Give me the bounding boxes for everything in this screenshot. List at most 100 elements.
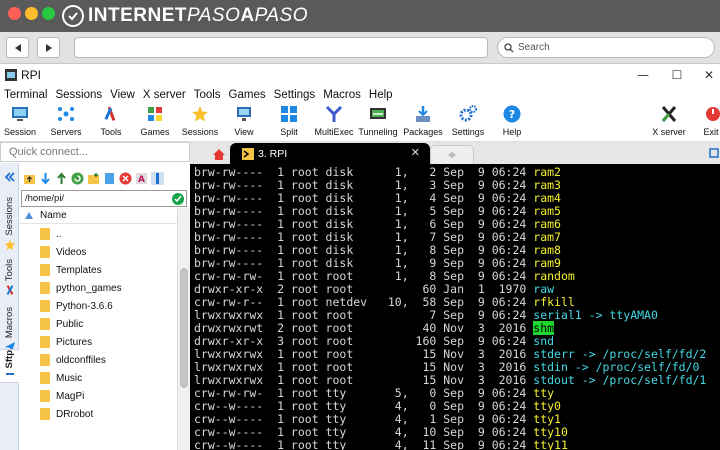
menu-tools[interactable]: Tools	[190, 89, 225, 101]
terminal-output[interactable]: brw-rw---- 1 root disk 1, 2 Sep 9 06:24 …	[190, 164, 720, 450]
folder-icon	[40, 282, 50, 294]
refresh-icon[interactable]	[71, 172, 84, 185]
terminal-line-info: drwxr-xr-x 3 root root 160 Sep 9 06:24	[194, 334, 534, 348]
terminal-line-info: brw-rw---- 1 root disk 1, 7 Sep 9 06:24	[194, 230, 534, 244]
tunneling-button[interactable]: Tunneling	[358, 105, 398, 141]
new-file-icon[interactable]	[103, 172, 116, 185]
file-row[interactable]: python_games	[19, 279, 177, 297]
home-tab[interactable]	[208, 145, 230, 164]
collapse-panel-button[interactable]	[0, 171, 19, 183]
close-tab-icon[interactable]: ✕	[411, 146, 420, 159]
sftp-toolbar: A	[19, 167, 190, 189]
file-row[interactable]: oldconffiles	[19, 351, 177, 369]
multiexec-button[interactable]: MultiExec	[314, 105, 354, 141]
terminal-entry-name: stdout -> /proc/self/fd/1	[533, 373, 707, 387]
search-input[interactable]: Search	[497, 37, 715, 58]
path-confirm-button[interactable]	[172, 193, 184, 205]
menu-macros[interactable]: Macros	[319, 89, 365, 101]
wrench-icon	[6, 285, 13, 296]
view-button[interactable]: View	[232, 105, 256, 141]
app-title: RPI	[21, 68, 42, 82]
file-list-header[interactable]: Name	[19, 208, 177, 224]
download-icon[interactable]	[39, 172, 52, 185]
file-row[interactable]: Music	[19, 369, 177, 387]
terminal-entry-name: rfkill	[533, 295, 575, 309]
tools-icon	[102, 105, 120, 123]
new-folder-icon[interactable]	[87, 172, 100, 185]
menu-help[interactable]: Help	[365, 89, 397, 101]
new-tab-button[interactable]	[430, 145, 474, 164]
sftp-path-input[interactable]: /home/pi/	[21, 190, 187, 207]
tab-sftp[interactable]: Sftp	[0, 349, 19, 383]
file-row[interactable]: Public	[19, 315, 177, 333]
sftp-panel: A /home/pi/ Name .. Videos Templates python…	[19, 163, 190, 450]
maximize-button[interactable]: ☐	[662, 64, 692, 86]
file-row[interactable]: Templates	[19, 261, 177, 279]
app-icon	[5, 69, 17, 81]
tab-rpi-session[interactable]: 3. RPI ✕	[230, 143, 430, 164]
menu-x-server[interactable]: X server	[139, 89, 190, 101]
svg-text:?: ?	[509, 108, 515, 121]
up-folder-icon[interactable]	[23, 172, 36, 185]
delete-icon[interactable]	[119, 172, 132, 185]
file-name: Python-3.6.6	[56, 300, 113, 312]
minimize-button[interactable]: —	[628, 64, 658, 86]
sessions-button[interactable]: Sessions	[181, 105, 219, 141]
quick-connect-input[interactable]: Quick connect...	[0, 142, 190, 162]
file-name: python_games	[56, 282, 122, 294]
sftp-path-value: /home/pi/	[25, 193, 65, 204]
address-bar[interactable]	[74, 37, 488, 58]
terminal-entry-name: ram3	[533, 178, 561, 192]
minimize-window-dot[interactable]	[25, 7, 38, 20]
menu-terminal[interactable]: Terminal	[0, 89, 51, 101]
forward-arrow-icon	[45, 43, 52, 52]
file-row[interactable]: ..	[19, 225, 177, 243]
view-label: View	[234, 127, 254, 137]
upload-icon[interactable]	[55, 171, 68, 185]
scrollbar-thumb[interactable]	[180, 268, 188, 388]
browser-title-bar: INTERNETPASOAPASO	[0, 0, 720, 32]
servers-button[interactable]: Servers	[49, 105, 83, 141]
back-arrow-icon	[14, 43, 21, 52]
settings-button[interactable]: Settings	[450, 105, 486, 141]
file-row[interactable]: Python-3.6.6	[19, 297, 177, 315]
forward-button[interactable]	[37, 37, 60, 58]
tab-menu-icon[interactable]	[709, 148, 719, 161]
games-button[interactable]: Games	[139, 105, 171, 141]
file-row[interactable]: Pictures	[19, 333, 177, 351]
file-row[interactable]: Videos	[19, 243, 177, 261]
split-button[interactable]: Split	[277, 105, 301, 141]
tab-sessions[interactable]: Sessions	[0, 197, 19, 251]
terminal-line-info: crw-rw-rw- 1 root tty 5, 0 Sep 9 06:24	[194, 386, 534, 400]
sessions-label: Sessions	[181, 127, 219, 137]
exit-button[interactable]: Exit	[702, 105, 720, 141]
packages-button[interactable]: Packages	[403, 105, 443, 141]
star-icon	[4, 239, 15, 250]
close-button[interactable]: ✕	[694, 64, 720, 86]
maximize-window-dot[interactable]	[42, 7, 55, 20]
properties-icon[interactable]	[151, 171, 164, 185]
rename-icon[interactable]: A	[135, 172, 148, 185]
file-name: Music	[56, 372, 83, 384]
menu-sessions[interactable]: Sessions	[51, 89, 106, 101]
terminal-line-info: crw--w---- 1 root tty 4, 1 Sep 9 06:24	[194, 412, 534, 426]
side-tab-strip: Sessions Tools Macros Sftp	[0, 163, 19, 450]
sessions-star-icon	[191, 105, 209, 123]
x-server-button[interactable]: X server	[651, 105, 687, 141]
menu-settings[interactable]: Settings	[270, 89, 320, 101]
file-name: DRrobot	[56, 408, 94, 420]
tab-tools[interactable]: Tools	[0, 259, 19, 296]
close-window-dot[interactable]	[8, 7, 21, 20]
tools-button[interactable]: Tools	[97, 105, 125, 141]
file-row[interactable]: DRrobot	[19, 405, 177, 423]
session-button[interactable]: Session	[4, 105, 36, 141]
tab-macros[interactable]: Macros	[0, 307, 19, 353]
menu-view[interactable]: View	[106, 89, 139, 101]
help-button[interactable]: ? Help	[500, 105, 524, 141]
logo-part-4: PASO	[254, 5, 309, 26]
file-row[interactable]: MagPi	[19, 387, 177, 405]
menu-games[interactable]: Games	[225, 89, 270, 101]
tab-macros-label: Macros	[4, 307, 15, 339]
back-button[interactable]	[6, 37, 29, 58]
sftp-scrollbar[interactable]	[177, 208, 190, 450]
